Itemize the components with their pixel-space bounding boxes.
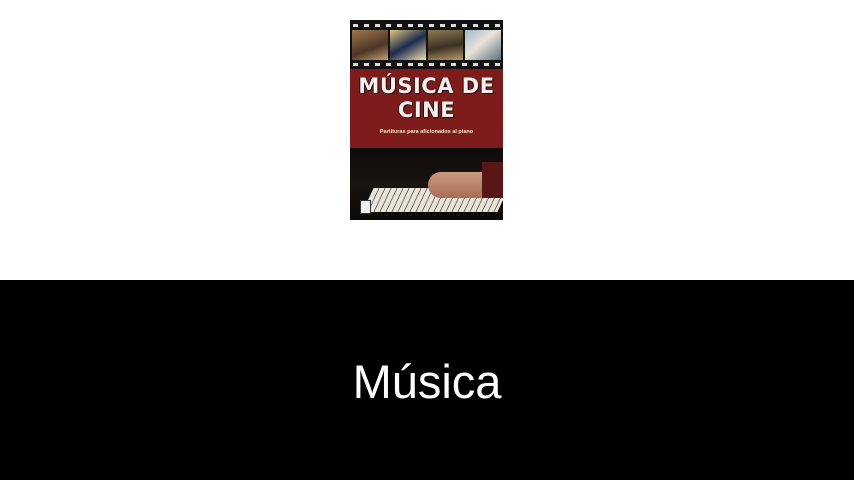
image-area: MÚSICA DE CINE Partituras para aficionad…: [0, 0, 854, 280]
category-title: Música: [352, 355, 502, 408]
film-frame: [389, 30, 426, 60]
film-sprockets-top: [350, 22, 503, 28]
film-frame: [427, 30, 464, 60]
film-frames: [352, 30, 501, 60]
pianist-sleeve: [482, 162, 503, 198]
book-cover-image[interactable]: MÚSICA DE CINE Partituras para aficionad…: [350, 20, 503, 220]
cover-title-line1: MÚSICA DE: [358, 74, 495, 98]
film-sprockets-bottom: [350, 61, 503, 67]
cover-title-line2: CINE: [397, 98, 456, 122]
publisher-logo: [360, 200, 371, 214]
cover-title: MÚSICA DE CINE: [350, 74, 503, 122]
cover-subtitle: Partituras para aficionados al piano: [379, 129, 474, 135]
piano-photo: [350, 148, 503, 220]
film-strip: [350, 20, 503, 69]
film-frame: [352, 30, 388, 60]
film-frame: [465, 30, 501, 60]
